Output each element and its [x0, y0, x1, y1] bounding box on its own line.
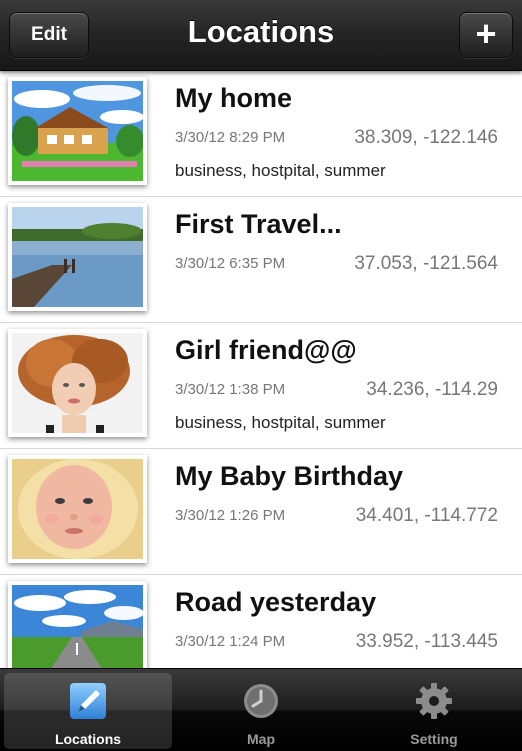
location-row[interactable]: Girl friend@@ 3/30/12 1:38 PM 34.236, -1… — [0, 323, 522, 449]
location-title: Girl friend@@ — [175, 335, 357, 365]
pencil-icon — [70, 683, 106, 719]
house-photo — [8, 77, 147, 185]
location-row[interactable]: First Travel... 3/30/12 6:35 PM 37.053, … — [0, 197, 522, 323]
location-coordinates: 38.309, -122.146 — [354, 127, 498, 148]
locations-list[interactable]: My home 3/30/12 8:29 PM 38.309, -122.146… — [0, 71, 522, 668]
location-date: 3/30/12 1:24 PM — [175, 633, 286, 650]
location-title: My Baby Birthday — [175, 461, 404, 491]
location-tags: business, hostpital, summer — [175, 413, 386, 432]
location-row[interactable]: My home 3/30/12 8:29 PM 38.309, -122.146… — [0, 71, 522, 197]
location-coordinates: 37.053, -121.564 — [354, 253, 498, 274]
location-date: 3/30/12 1:38 PM — [175, 381, 286, 398]
tab-map[interactable]: Map — [177, 673, 345, 749]
add-location-button[interactable]: + — [459, 12, 513, 58]
location-date: 3/30/12 6:35 PM — [175, 255, 286, 272]
location-row[interactable]: Road yesterday 3/30/12 1:24 PM 33.952, -… — [0, 575, 522, 668]
navigation-bar: Edit Locations + — [0, 0, 522, 71]
location-title: First Travel... — [175, 209, 342, 239]
tab-bar: Locations Map Setting — [0, 668, 522, 751]
page-title: Locations — [187, 14, 335, 49]
road-landscape-photo — [8, 581, 147, 668]
location-date: 3/30/12 1:26 PM — [175, 507, 286, 524]
gear-icon — [416, 683, 452, 719]
tab-label: Map — [247, 731, 275, 747]
location-row[interactable]: My Baby Birthday 3/30/12 1:26 PM 34.401,… — [0, 449, 522, 575]
location-coordinates: 33.952, -113.445 — [355, 631, 498, 652]
location-date: 3/30/12 8:29 PM — [175, 129, 286, 146]
location-title: My home — [175, 83, 293, 113]
clock-icon — [244, 684, 278, 718]
tab-locations[interactable]: Locations — [4, 673, 172, 749]
woman-portrait-photo — [8, 329, 147, 437]
tab-setting[interactable]: Setting — [350, 673, 518, 749]
baby-photo — [8, 455, 147, 563]
tab-label: Setting — [410, 731, 458, 747]
location-coordinates: 34.236, -114.29 — [366, 379, 498, 400]
tab-label: Locations — [54, 731, 122, 747]
plus-icon: + — [475, 12, 497, 54]
location-tags: business, hostpital, summer — [175, 161, 386, 180]
lake-dock-photo — [8, 203, 147, 311]
location-title: Road yesterday — [175, 587, 377, 617]
location-coordinates: 34.401, -114.772 — [355, 505, 498, 526]
